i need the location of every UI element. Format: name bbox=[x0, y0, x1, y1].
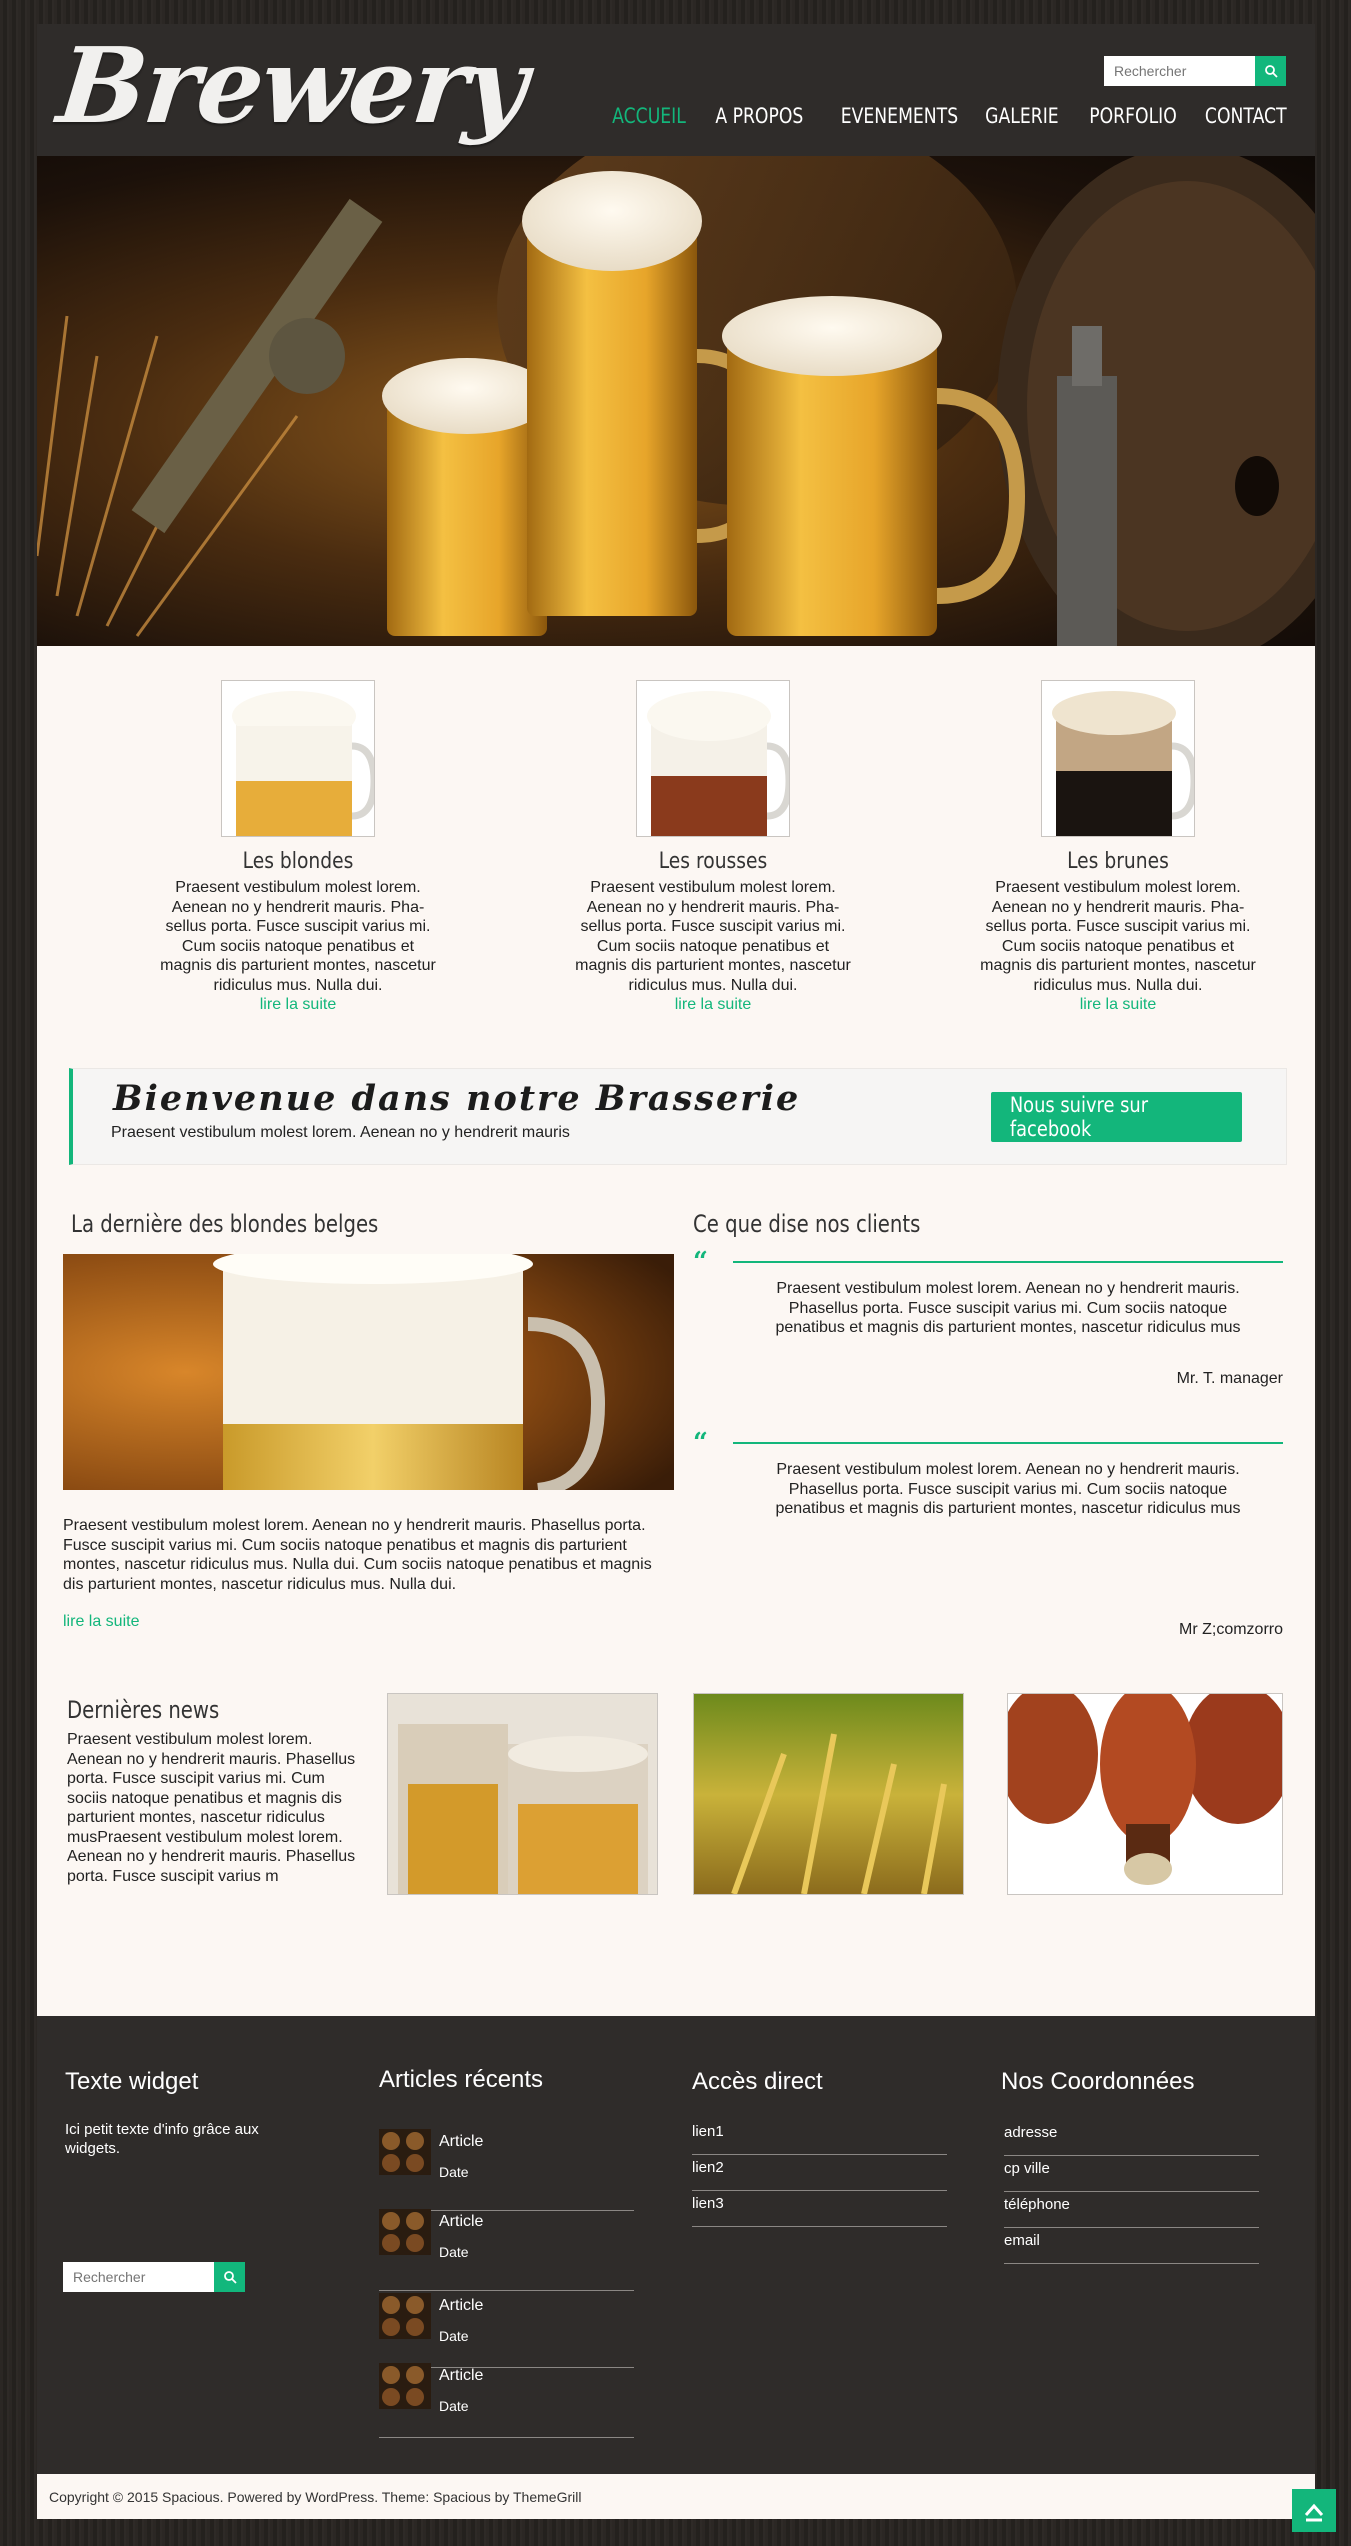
testimonial-author: Mr. T. manager bbox=[1176, 1370, 1283, 1387]
recent-article[interactable]: Article Date bbox=[379, 2293, 634, 2368]
feature-rousses: Les rousses Praesent vestibulum molest l… bbox=[563, 680, 863, 1014]
testimonial-author: Mr Z;comzorro bbox=[1179, 1621, 1283, 1638]
contact-title: Nos Coordonnées bbox=[1001, 2068, 1195, 2095]
site-logo[interactable]: Brewery bbox=[53, 24, 532, 147]
footer-link[interactable]: lien1 bbox=[692, 2119, 947, 2155]
site-footer: Texte widget Ici petit texte d'info grâc… bbox=[37, 2016, 1315, 2474]
footer-widget-title: Texte widget bbox=[65, 2068, 199, 2095]
contact-city: cp ville bbox=[1004, 2156, 1259, 2192]
recent-article[interactable]: Article Date bbox=[379, 2363, 634, 2438]
blog-text: Praesent vestibulum molest lorem. Aenean… bbox=[63, 1517, 652, 1593]
welcome-callout: Bienvenue dans notre Brasserie Praesent … bbox=[69, 1068, 1287, 1165]
article-thumbnail bbox=[379, 2293, 431, 2339]
testimonial-2: “ Praesent vestibulum molest lorem. Aene… bbox=[693, 1428, 1283, 1643]
article-date: Date bbox=[439, 2328, 469, 2344]
scroll-to-top-button[interactable] bbox=[1292, 2489, 1336, 2532]
news-title: Dernières news bbox=[67, 1696, 220, 1724]
site-header: Brewery ACCUEIL A PROPOS EVENEMENTS GALE… bbox=[37, 24, 1315, 156]
feature-blondes: Les blondes Praesent vestibulum molest l… bbox=[148, 680, 448, 1014]
facebook-follow-label: Nous suivre sur facebook bbox=[1009, 1093, 1149, 1141]
nav-contact[interactable]: CONTACT bbox=[1205, 104, 1287, 128]
article-thumbnail bbox=[379, 2129, 431, 2175]
gallery-image-wheat[interactable] bbox=[693, 1693, 964, 1895]
gallery-image-bottles[interactable] bbox=[1007, 1693, 1283, 1895]
divider bbox=[733, 1442, 1283, 1444]
article-title[interactable]: Article bbox=[439, 2367, 483, 2385]
beer-glass-image bbox=[636, 680, 790, 837]
feature-text: Praesent vestibulum molest lorem. Aenean… bbox=[980, 879, 1256, 994]
article-title[interactable]: Article bbox=[439, 2213, 483, 2231]
footer-link[interactable]: lien3 bbox=[692, 2191, 947, 2227]
nav-porfolio[interactable]: PORFOLIO bbox=[1089, 104, 1177, 128]
direct-access-list: lien1 lien2 lien3 bbox=[692, 2119, 947, 2227]
quote-icon: “ bbox=[693, 1247, 708, 1277]
nav-galerie[interactable]: GALERIE bbox=[985, 104, 1059, 128]
article-date: Date bbox=[439, 2398, 469, 2414]
divider bbox=[733, 1261, 1283, 1263]
feature-brunes: Les brunes Praesent vestibulum molest lo… bbox=[968, 680, 1268, 1014]
footer-link[interactable]: lien2 bbox=[692, 2155, 947, 2191]
footer-search-button[interactable] bbox=[214, 2262, 245, 2292]
article-thumbnail bbox=[379, 2209, 431, 2255]
feature-text: Praesent vestibulum molest lorem. Aenean… bbox=[160, 879, 436, 994]
testimonial-text: Praesent vestibulum molest lorem. Aenean… bbox=[775, 1280, 1241, 1336]
blog-title: La dernière des blondes belges bbox=[71, 1210, 379, 1238]
read-more-link[interactable]: lire la suite bbox=[148, 996, 448, 1014]
article-thumbnail bbox=[379, 2363, 431, 2409]
article-title[interactable]: Article bbox=[439, 2297, 483, 2315]
hero-image bbox=[37, 156, 1315, 646]
contact-phone: téléphone bbox=[1004, 2192, 1259, 2228]
beer-glass-image bbox=[221, 680, 375, 837]
feature-title: Les blondes bbox=[242, 849, 354, 874]
search-input[interactable] bbox=[1104, 56, 1255, 86]
beer-glass-image bbox=[1041, 680, 1195, 837]
callout-text: Praesent vestibulum molest lorem. Aenean… bbox=[111, 1124, 570, 1141]
testimonials-title: Ce que dise nos clients bbox=[693, 1210, 921, 1238]
chevron-up-icon bbox=[1304, 2503, 1324, 2521]
feature-title: Les rousses bbox=[658, 849, 768, 874]
contact-email[interactable]: email bbox=[1004, 2228, 1259, 2264]
article-date: Date bbox=[439, 2164, 469, 2180]
feature-text: Praesent vestibulum molest lorem. Aenean… bbox=[575, 879, 851, 994]
news-text: Praesent vestibulum molest lorem. Aenean… bbox=[67, 1731, 356, 1885]
read-more-link[interactable]: lire la suite bbox=[563, 996, 863, 1014]
facebook-follow-button[interactable]: Nous suivre sur facebook bbox=[991, 1092, 1242, 1142]
callout-title: Bienvenue dans notre Brasserie bbox=[113, 1078, 801, 1119]
blog-read-more-link[interactable]: lire la suite bbox=[63, 1612, 139, 1632]
search-icon bbox=[1264, 65, 1278, 78]
direct-access-title: Accès direct bbox=[692, 2068, 823, 2095]
search-button[interactable] bbox=[1255, 56, 1286, 86]
contact-address: adresse bbox=[1004, 2120, 1259, 2156]
gallery-image-beer-glasses[interactable] bbox=[387, 1693, 658, 1895]
testimonial-text: Praesent vestibulum molest lorem. Aenean… bbox=[775, 1461, 1241, 1517]
footer-search-input[interactable] bbox=[63, 2262, 214, 2292]
article-title[interactable]: Article bbox=[439, 2133, 483, 2151]
beer-mugs-illustration bbox=[37, 156, 1315, 646]
nav-a-propos[interactable]: A PROPOS bbox=[716, 104, 804, 128]
footer-widget-text: Ici petit texte d'info grâce aux widgets… bbox=[65, 2121, 259, 2157]
read-more-link[interactable]: lire la suite bbox=[968, 996, 1268, 1014]
recent-articles-title: Articles récents bbox=[379, 2066, 544, 2093]
article-date: Date bbox=[439, 2244, 469, 2260]
recent-article[interactable]: Article Date bbox=[379, 2129, 634, 2211]
footer-search bbox=[63, 2262, 245, 2292]
search-icon bbox=[223, 2271, 237, 2284]
copyright: Copyright © 2015 Spacious. Powered by Wo… bbox=[37, 2474, 1315, 2519]
feature-title: Les brunes bbox=[1067, 849, 1169, 874]
contact-list: adresse cp ville téléphone email bbox=[1004, 2120, 1259, 2264]
blog-beer-image bbox=[63, 1254, 674, 1490]
header-search bbox=[1104, 56, 1286, 86]
nav-evenements[interactable]: EVENEMENTS bbox=[841, 104, 958, 128]
quote-icon: “ bbox=[693, 1428, 708, 1458]
recent-article[interactable]: Article Date bbox=[379, 2209, 634, 2291]
main-nav: ACCUEIL A PROPOS EVENEMENTS GALERIE PORF… bbox=[596, 104, 1287, 128]
page-wrapper: Brewery ACCUEIL A PROPOS EVENEMENTS GALE… bbox=[37, 24, 1315, 2519]
testimonial-1: “ Praesent vestibulum molest lorem. Aene… bbox=[693, 1247, 1283, 1412]
nav-accueil[interactable]: ACCUEIL bbox=[612, 104, 686, 128]
